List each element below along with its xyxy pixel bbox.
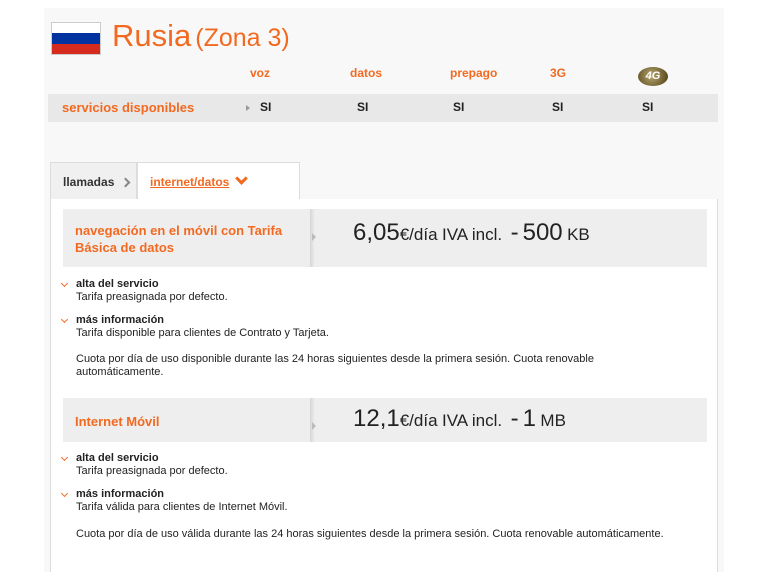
price-value: 6,05 bbox=[353, 219, 400, 246]
data-amount-unit: KB bbox=[567, 225, 590, 244]
plan-header: Internet Móvil 12,1€/día IVA incl. -1 MB bbox=[63, 398, 707, 442]
mas-informacion-title[interactable]: más información bbox=[76, 488, 164, 500]
plan-name: navegación en el móvil con Tarifa Básica… bbox=[75, 223, 283, 255]
plan-price: 6,05€/día IVA incl. -500 KB bbox=[353, 219, 590, 247]
services-row: servicios disponibles bbox=[48, 94, 718, 122]
plan-divider-arrow-icon bbox=[310, 398, 316, 442]
mas-informacion-title[interactable]: más información bbox=[76, 314, 164, 326]
tab-llamadas-label: llamadas bbox=[63, 175, 115, 189]
data-amount: 1 bbox=[522, 405, 536, 432]
data-amount-unit: MB bbox=[540, 411, 566, 430]
price-tax: IVA incl. bbox=[441, 225, 503, 244]
mas-informacion-desc: Tarifa disponible para clientes de Contr… bbox=[76, 327, 329, 339]
zone-label: (Zona 3) bbox=[195, 24, 290, 52]
chevron-down-icon bbox=[235, 172, 249, 185]
4g-badge-icon: 4G bbox=[638, 67, 668, 86]
plan-price: 12,1€/día IVA incl. -1 MB bbox=[353, 405, 566, 433]
russia-flag-icon bbox=[51, 22, 101, 55]
country-title: Rusia (Zona 3) bbox=[112, 18, 290, 54]
column-prepago: prepago bbox=[450, 66, 498, 80]
price-unit: €/día bbox=[399, 411, 438, 430]
country-name: Rusia bbox=[112, 18, 192, 53]
price-tax: IVA incl. bbox=[441, 411, 503, 430]
alta-servicio-desc: Tarifa preasignada por defecto. bbox=[76, 291, 228, 303]
value-voz: SI bbox=[260, 100, 272, 114]
row-separator-arrow-icon bbox=[246, 98, 252, 118]
price-dash: - bbox=[510, 405, 519, 432]
tab-llamadas[interactable]: llamadas bbox=[50, 162, 137, 199]
alta-servicio-title[interactable]: alta del servicio bbox=[76, 452, 159, 464]
value-3g: SI bbox=[552, 100, 564, 114]
price-value: 12,1 bbox=[353, 405, 400, 432]
column-voz: voz bbox=[250, 66, 271, 80]
mas-informacion-desc: Tarifa válida para clientes de Internet … bbox=[76, 501, 288, 513]
value-4g: SI bbox=[642, 100, 654, 114]
plan-note: Cuota por día de uso válida durante las … bbox=[76, 528, 664, 540]
chevron-right-icon bbox=[120, 177, 131, 188]
value-prepago: SI bbox=[453, 100, 465, 114]
plan-divider-arrow-icon bbox=[310, 209, 316, 267]
alta-servicio-desc: Tarifa preasignada por defecto. bbox=[76, 465, 228, 477]
services-row-label: servicios disponibles bbox=[62, 100, 195, 115]
price-unit: €/día bbox=[399, 225, 438, 244]
price-dash: - bbox=[510, 219, 519, 246]
column-3g: 3G bbox=[550, 66, 567, 80]
value-datos: SI bbox=[357, 100, 369, 114]
plan-header: navegación en el móvil con Tarifa Básica… bbox=[63, 209, 707, 267]
plan-note: Cuota por día de uso disponible durante … bbox=[76, 353, 594, 378]
tab-internet-datos-label[interactable]: internet/datos bbox=[150, 175, 229, 189]
plan-name: Internet Móvil bbox=[75, 414, 160, 429]
column-datos: datos bbox=[350, 66, 383, 80]
alta-servicio-title[interactable]: alta del servicio bbox=[76, 278, 159, 290]
tab-internet-datos[interactable]: internet/datos bbox=[137, 162, 300, 199]
data-amount: 500 bbox=[522, 219, 563, 246]
